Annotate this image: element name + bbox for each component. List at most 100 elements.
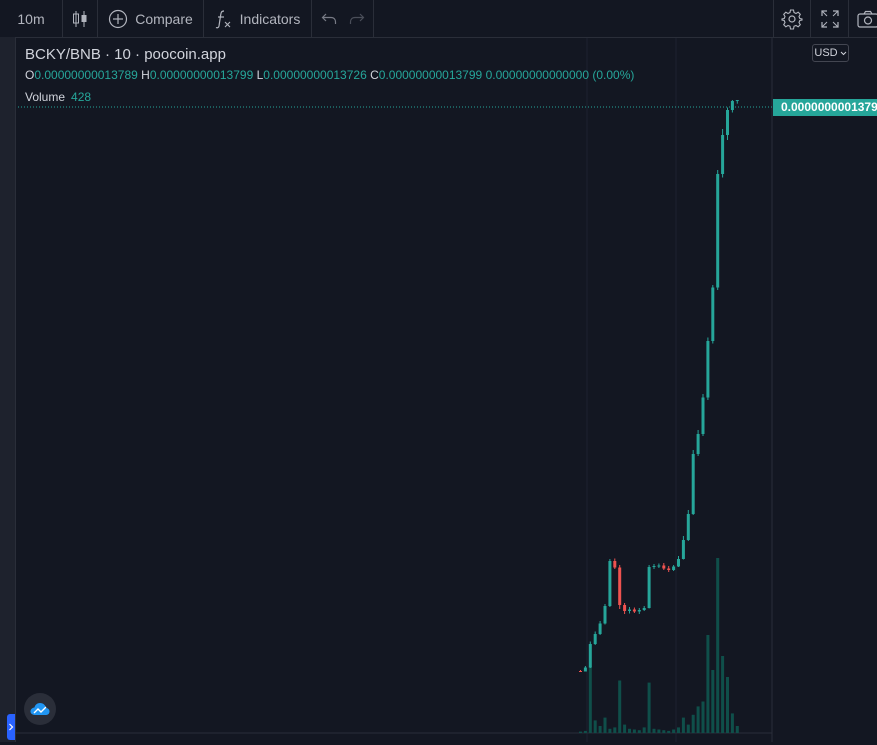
last-price-label: 0.00000000013799 <box>773 99 877 116</box>
compare-label: Compare <box>135 10 193 27</box>
chevron-right-icon <box>9 723 14 731</box>
volume-bar <box>632 729 636 733</box>
volume-bar <box>726 677 729 733</box>
volume-value: 428 <box>71 90 92 104</box>
candle-body <box>667 568 671 570</box>
candle-body <box>662 565 666 569</box>
open-value: 0.00000000013789 <box>34 68 138 82</box>
volume-bar <box>583 730 587 733</box>
candle-body <box>716 174 720 288</box>
currency-label: USD <box>814 47 838 59</box>
currency-select[interactable]: USD <box>812 44 849 62</box>
candle-body <box>637 610 641 612</box>
volume-bar <box>642 727 646 733</box>
volume-bar <box>735 726 739 733</box>
candle-body <box>632 609 636 612</box>
candles-icon <box>71 10 89 28</box>
tradingview-logo-button[interactable] <box>24 693 56 725</box>
volume-label: Volume <box>25 90 66 104</box>
volume-bars <box>579 558 739 733</box>
volume-bar <box>603 717 607 733</box>
volume-bar <box>613 727 617 733</box>
volume-bar <box>652 728 656 733</box>
open-key: O <box>25 68 35 82</box>
candle-body <box>735 100 739 102</box>
candle-body <box>681 540 685 559</box>
candle-body <box>652 566 656 567</box>
candlestick-chart[interactable] <box>0 0 877 742</box>
settings-button[interactable] <box>773 0 811 37</box>
volume-legend: Volume 428 <box>25 90 91 104</box>
candle-body <box>696 434 700 454</box>
volume-bar <box>579 731 582 733</box>
volume-bar <box>711 670 715 733</box>
indicators-button[interactable]: Indicators <box>204 0 312 37</box>
volume-bar <box>721 656 725 733</box>
interval-button[interactable]: 10m <box>0 0 63 37</box>
volume-bar <box>686 724 690 733</box>
volume-bar <box>637 730 641 733</box>
candle-body <box>628 609 631 611</box>
volume-bar <box>628 728 631 733</box>
candle-body <box>657 565 661 567</box>
volume-bar <box>706 635 710 733</box>
candle-body <box>603 606 607 624</box>
snapshot-button[interactable] <box>849 0 877 37</box>
candle-body <box>642 608 646 610</box>
volume-bar <box>696 706 700 733</box>
gear-icon <box>781 8 803 30</box>
candle-body <box>583 667 587 672</box>
volume-bar <box>677 727 680 733</box>
chevron-down-icon <box>840 51 846 55</box>
chart-style-button[interactable] <box>63 0 98 37</box>
candle-body <box>686 514 690 540</box>
candle-body <box>613 561 617 568</box>
volume-bar <box>657 729 661 733</box>
candle-body <box>588 644 592 668</box>
volume-bar <box>623 724 627 733</box>
volume-bar <box>598 726 602 733</box>
change-value: 0.00000000000000 (0.00%) <box>485 68 635 82</box>
candle-body <box>726 110 729 135</box>
volume-bar <box>691 714 695 733</box>
volume-bar <box>681 717 685 733</box>
undo-redo-group <box>312 0 374 37</box>
candle-body <box>721 135 725 174</box>
volume-bar <box>608 728 612 733</box>
left-drawing-panel-collapsed <box>0 37 16 742</box>
high-key: H <box>141 68 150 82</box>
volume-bar <box>672 729 676 733</box>
add-circle-icon <box>108 9 128 29</box>
candle-body <box>623 605 627 611</box>
candle-body <box>579 671 582 672</box>
interval-label: 10m <box>17 10 45 27</box>
candle-body <box>701 397 705 434</box>
ohlc-values: O0.00000000013789 H0.00000000013799 L0.0… <box>25 68 634 82</box>
candle-body <box>598 623 602 634</box>
close-value: 0.00000000013799 <box>378 68 483 82</box>
undo-icon[interactable] <box>321 12 337 26</box>
camera-icon <box>857 10 877 28</box>
indicators-label: Indicators <box>239 10 301 27</box>
candle-body <box>677 559 680 567</box>
candle-body <box>608 561 612 606</box>
low-value: 0.00000000013726 <box>263 68 367 82</box>
volume-bar <box>730 713 734 733</box>
candle-body <box>706 341 710 398</box>
candle-body <box>618 567 622 605</box>
redo-icon[interactable] <box>349 12 365 26</box>
volume-bar <box>593 720 597 733</box>
expand-drawing-panel-handle[interactable] <box>7 714 15 740</box>
cloud-icon <box>30 703 50 715</box>
volume-bar <box>647 682 651 733</box>
volume-bar <box>701 701 705 733</box>
candle-body <box>691 454 695 514</box>
fullscreen-icon <box>820 9 839 28</box>
fullscreen-button[interactable] <box>811 0 849 37</box>
volume-bar <box>667 730 671 733</box>
compare-button[interactable]: Compare <box>98 0 204 37</box>
high-value: 0.00000000013799 <box>149 68 254 82</box>
top-toolbar: 10m Compare Indicators <box>0 0 877 38</box>
volume-bar <box>588 666 592 733</box>
